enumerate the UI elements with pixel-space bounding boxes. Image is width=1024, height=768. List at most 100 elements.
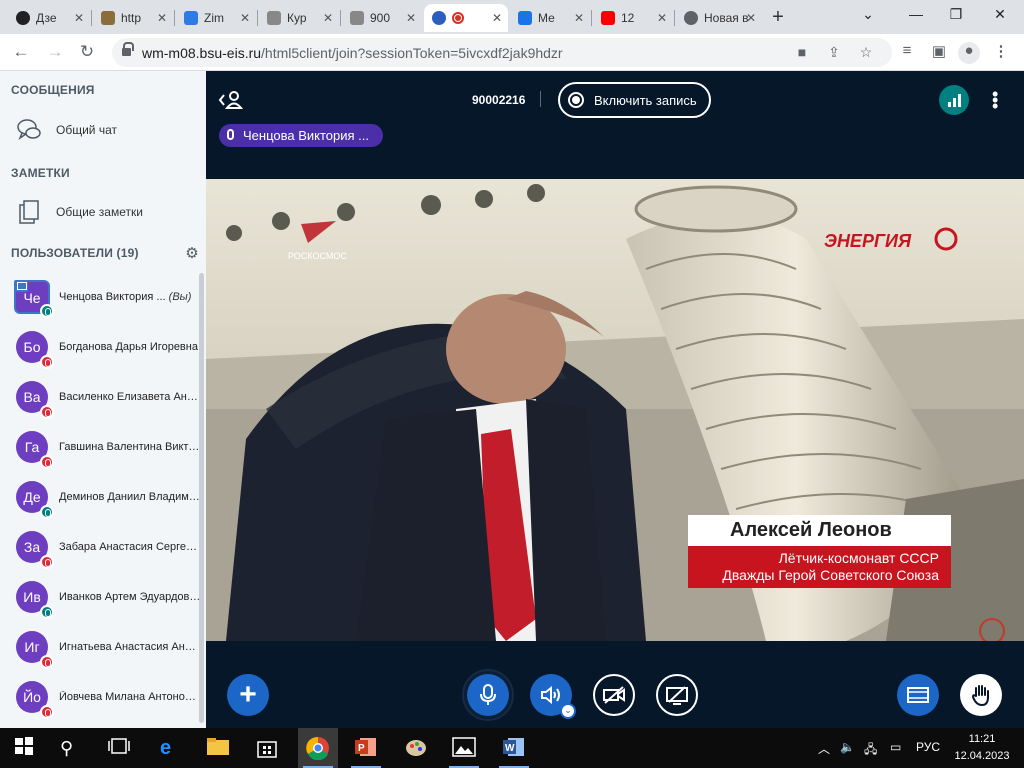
svg-text:РОСКОСМОС: РОСКОСМОС: [288, 251, 347, 261]
minimize-button[interactable]: —: [904, 6, 928, 28]
search-icon[interactable]: ⚲: [60, 736, 84, 760]
gear-icon[interactable]: ⚙: [184, 246, 200, 262]
connection-status-icon[interactable]: [939, 85, 969, 115]
shared-notes-item[interactable]: Общие заметки: [16, 197, 143, 227]
user-name: Богданова Дарья Игоревна: [59, 341, 198, 353]
share-webcam-button[interactable]: [593, 674, 635, 716]
talking-indicator[interactable]: Ченцова Виктория ...: [219, 124, 383, 147]
clock[interactable]: 11:21 12.04.2023: [952, 731, 1012, 765]
browser-tab[interactable]: Новая в ✕: [676, 4, 762, 32]
task-view-icon[interactable]: [108, 736, 132, 760]
toggle-user-list-icon[interactable]: [218, 89, 244, 111]
reload-icon[interactable]: ↻: [76, 41, 98, 63]
user-list-item[interactable]: Че Ченцова Виктория ... (Вы): [0, 273, 206, 323]
listen-only-icon: [40, 505, 54, 519]
keyboard-language[interactable]: РУС: [916, 740, 940, 754]
actions-plus-button[interactable]: +: [227, 674, 269, 716]
lock-icon[interactable]: [122, 42, 134, 57]
browser-tab[interactable]: 900 ✕: [342, 4, 422, 32]
share-icon[interactable]: ⇪: [824, 42, 844, 62]
media-control-icon[interactable]: ≡: [896, 42, 918, 64]
user-list-scrollbar[interactable]: [199, 273, 204, 723]
tab-search-icon[interactable]: ⌄: [856, 6, 880, 28]
plus-icon: +: [239, 678, 257, 711]
layout-button[interactable]: [897, 674, 939, 716]
share-screen-button[interactable]: [656, 674, 698, 716]
message-icon[interactable]: ▭: [890, 740, 901, 754]
maximize-button[interactable]: ❐: [944, 6, 968, 28]
muted-mic-icon: [40, 405, 54, 419]
close-tab-icon[interactable]: ✕: [323, 11, 333, 25]
bookmark-star-icon[interactable]: ☆: [856, 42, 876, 62]
close-tab-icon[interactable]: ✕: [157, 11, 167, 25]
tray-chevron-icon[interactable]: ︿: [818, 740, 830, 757]
muted-mic-icon: [40, 705, 54, 719]
browser-tab[interactable]: Дзе ✕: [8, 4, 90, 32]
svg-text:W: W: [505, 743, 515, 754]
browser-tab[interactable]: Zim ✕: [176, 4, 256, 32]
user-list-item[interactable]: Йо Йовчева Милана Антоновна: [0, 673, 206, 723]
user-list-item[interactable]: За Забара Анастасия Сергеевна: [0, 523, 206, 573]
audio-options-chevron-icon[interactable]: ⌄: [560, 703, 576, 719]
recording-dot-icon: [452, 12, 464, 24]
powerpoint-icon[interactable]: P: [354, 736, 378, 760]
close-tab-icon[interactable]: ✕: [406, 11, 416, 25]
browser-tab[interactable]: 12 ✕: [593, 4, 673, 32]
image-icon: [350, 11, 364, 25]
file-explorer-icon[interactable]: [206, 736, 230, 760]
notes-icon: [16, 199, 42, 225]
volume-icon[interactable]: 🔈: [840, 740, 855, 754]
browser-menu-icon[interactable]: ⋮: [990, 42, 1012, 64]
avatar: Иг: [16, 631, 54, 669]
close-tab-icon[interactable]: ✕: [746, 11, 756, 25]
zimbra-icon: [184, 11, 198, 25]
new-tab-button[interactable]: +: [766, 6, 790, 30]
chrome-icon: [684, 11, 698, 25]
back-arrow-icon[interactable]: ←: [10, 41, 32, 63]
avatar: Ив: [16, 581, 54, 619]
windows-start-icon[interactable]: [14, 736, 38, 760]
svg-text:ЭНЕРГИЯ: ЭНЕРГИЯ: [824, 231, 912, 251]
chrome-icon[interactable]: [306, 736, 330, 761]
user-list-item[interactable]: Бо Богданова Дарья Игоревна: [0, 323, 206, 373]
close-tab-icon[interactable]: ✕: [657, 11, 667, 25]
user-list-item[interactable]: Га Гавшина Валентина Викторовна: [0, 423, 206, 473]
user-list-item[interactable]: Иг Игнатьева Анастасия Андреевна: [0, 623, 206, 673]
messages-section-title: СООБЩЕНИЯ: [11, 83, 95, 97]
options-menu-icon[interactable]: • • •: [992, 85, 998, 115]
browser-tab[interactable]: Кур ✕: [259, 4, 339, 32]
start-recording-button[interactable]: Включить запись: [558, 82, 711, 118]
photos-icon[interactable]: [452, 736, 476, 760]
listen-only-icon: [40, 605, 54, 619]
microphone-icon: [227, 129, 234, 140]
store-icon[interactable]: [256, 736, 280, 760]
user-list-item[interactable]: Ва Василенко Елизавета Андреевна: [0, 373, 206, 423]
camera-permission-icon[interactable]: ■: [792, 42, 812, 62]
avatar: Га: [16, 431, 54, 469]
browser-tab-active[interactable]: ✕: [424, 4, 508, 32]
address-bar[interactable]: wm-m08.bsu-eis.ru/html5client/join?sessi…: [112, 38, 892, 67]
unmute-mic-button[interactable]: [467, 674, 509, 716]
browser-tab[interactable]: http ✕: [93, 4, 173, 32]
network-icon[interactable]: 🖧: [864, 740, 877, 761]
forward-arrow-icon[interactable]: →: [44, 41, 66, 63]
close-tab-icon[interactable]: ✕: [574, 11, 584, 25]
user-list-item[interactable]: Ив Иванков Артем Эдуардович: [0, 573, 206, 623]
muted-mic-icon: [40, 355, 54, 369]
word-icon[interactable]: W: [502, 736, 526, 760]
public-chat-item[interactable]: Общий чат: [16, 115, 117, 145]
paint-icon[interactable]: [404, 736, 428, 760]
user-name: Василенко Елизавета Андреевна: [59, 391, 201, 403]
user-list-item[interactable]: Де Деминов Даниил Владимирович: [0, 473, 206, 523]
user-name: Иванков Артем Эдуардович: [59, 591, 201, 603]
raise-hand-button[interactable]: [960, 674, 1002, 716]
side-panel-icon[interactable]: ▣: [928, 42, 950, 64]
close-tab-icon[interactable]: ✕: [240, 11, 250, 25]
users-sidebar: СООБЩЕНИЯ Общий чат ЗАМЕТКИ Общие заметк…: [0, 71, 206, 728]
profile-avatar-icon[interactable]: ●: [958, 42, 980, 64]
close-window-button[interactable]: ✕: [988, 6, 1012, 28]
close-tab-icon[interactable]: ✕: [492, 11, 502, 25]
browser-tab[interactable]: Ме ✕: [510, 4, 590, 32]
edge-icon[interactable]: e: [160, 736, 184, 760]
close-tab-icon[interactable]: ✕: [74, 11, 84, 25]
